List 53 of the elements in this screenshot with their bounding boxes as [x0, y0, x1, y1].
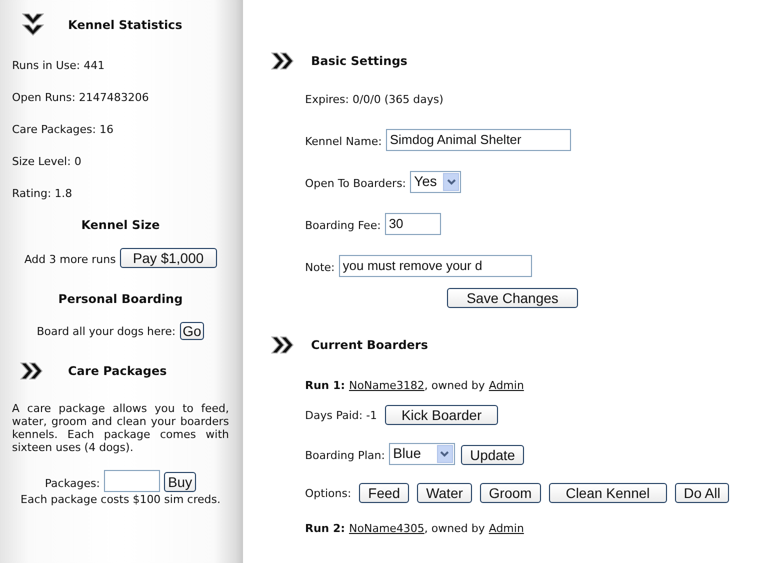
stat-text: Size Level: 0 [12, 154, 82, 170]
info-text: Add 3 more runs [24, 252, 116, 268]
pay-button[interactable]: Pay $1,000 [120, 248, 217, 268]
stat-text: Rating: 1.8 [12, 186, 74, 202]
field-label: Open To Boarders: [305, 176, 406, 192]
double-chevron-right-icon [271, 52, 295, 70]
dog-link[interactable]: NoName4305 [349, 520, 424, 537]
double-chevron-down-icon [22, 13, 44, 37]
options-label: Options: [305, 486, 352, 502]
field-label: Note: [305, 260, 335, 276]
fee-field[interactable]: 30 [384, 212, 441, 234]
kick-boarder-button[interactable]: Kick Boarder [385, 404, 498, 424]
description-text: A care package allows you to feed, water, groom and clean your boarders kennels. Each package comes with sixteen uses (4 dogs). [12, 402, 229, 454]
run-label: Run 2: [305, 520, 346, 536]
stat-text: Runs in Use: 441 [12, 58, 106, 74]
option-button[interactable]: Water [417, 482, 472, 502]
section-title: Care Packages [68, 363, 167, 380]
plan-select[interactable]: Blue [388, 442, 455, 464]
packages-field[interactable] [104, 470, 160, 492]
boarders-select[interactable]: Yes [410, 170, 462, 192]
text-field[interactable]: Simdog Animal Shelter [386, 128, 571, 150]
double-chevron-right-icon [20, 362, 44, 380]
days-paid-text: Days Paid: -1 [305, 408, 378, 424]
expires-text: Expires: 0/0/0 (365 days) [305, 92, 444, 108]
section-title: Kennel Statistics [68, 17, 182, 34]
run-label: Run 1: [305, 378, 346, 394]
section-heading: Kennel Size [80, 217, 161, 234]
stat-text: Open Runs: 2147483206 [12, 90, 150, 106]
owner-link[interactable]: Admin [488, 520, 524, 537]
owned-by-text: , owned by [424, 520, 485, 536]
section-title: Current Boarders [311, 337, 428, 354]
note-text: Each package costs $100 sim creds. [20, 492, 222, 508]
field-label: Boarding Fee: [305, 218, 381, 234]
option-button[interactable]: Do All [674, 482, 730, 502]
section-heading: Personal Boarding [57, 291, 184, 308]
option-button[interactable]: Clean Kennel [548, 482, 667, 502]
go-button[interactable]: Go [180, 322, 204, 340]
buy-button[interactable]: Buy [164, 472, 196, 492]
info-text: Board all your dogs here: [36, 324, 176, 340]
text-field[interactable]: you must remove your d [338, 254, 532, 276]
field-label: Packages: [44, 476, 100, 492]
owner-link[interactable]: Admin [488, 378, 524, 394]
dog-link[interactable]: NoName3182 [349, 378, 424, 394]
field-label: Boarding Plan: [305, 448, 385, 464]
field-label: Kennel Name: [305, 134, 382, 150]
double-chevron-right-icon [271, 336, 295, 354]
option-button[interactable]: Feed [359, 482, 410, 502]
update-button[interactable]: Update [460, 444, 524, 464]
owned-by-text: , owned by [424, 378, 485, 394]
save-changes-button[interactable]: Save Changes [447, 288, 578, 308]
section-title: Basic Settings [311, 53, 408, 70]
stat-text: Care Packages: 16 [12, 122, 114, 138]
option-button[interactable]: Groom [480, 482, 541, 502]
